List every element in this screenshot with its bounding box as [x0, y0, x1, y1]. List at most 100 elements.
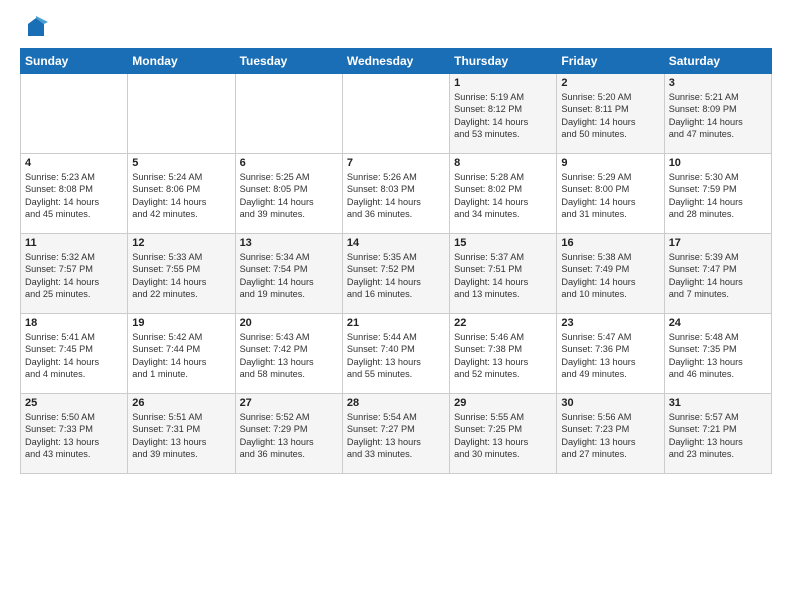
day-info: Sunrise: 5:50 AM Sunset: 7:33 PM Dayligh… [25, 411, 123, 461]
weekday-header-row: SundayMondayTuesdayWednesdayThursdayFrid… [21, 49, 772, 74]
logo-icon [24, 16, 48, 40]
day-number: 4 [25, 157, 123, 169]
weekday-header-tuesday: Tuesday [235, 49, 342, 74]
day-info: Sunrise: 5:32 AM Sunset: 7:57 PM Dayligh… [25, 251, 123, 301]
page: SundayMondayTuesdayWednesdayThursdayFrid… [0, 0, 792, 612]
day-info: Sunrise: 5:20 AM Sunset: 8:11 PM Dayligh… [561, 91, 659, 141]
calendar-cell: 5 Sunrise: 5:24 AM Sunset: 8:06 PM Daylig… [128, 154, 235, 234]
calendar-cell: 10 Sunrise: 5:30 AM Sunset: 7:59 PM Dayli… [664, 154, 771, 234]
weekday-header-thursday: Thursday [450, 49, 557, 74]
calendar-cell: 24Sunrise: 5:48 AM Sunset: 7:35 PM Dayli… [664, 314, 771, 394]
day-info: Sunrise: 5:43 AM Sunset: 7:42 PM Dayligh… [240, 331, 338, 381]
calendar-cell: 2 Sunrise: 5:20 AM Sunset: 8:11 PM Daylig… [557, 74, 664, 154]
calendar-week-4: 18 Sunrise: 5:41 AM Sunset: 7:45 PM Dayli… [21, 314, 772, 394]
calendar-cell: 8 Sunrise: 5:28 AM Sunset: 8:02 PM Daylig… [450, 154, 557, 234]
day-number: 27 [240, 397, 338, 409]
day-info: Sunrise: 5:25 AM Sunset: 8:05 PM Dayligh… [240, 171, 338, 221]
calendar-cell: 17 Sunrise: 5:39 AM Sunset: 7:47 PM Dayli… [664, 234, 771, 314]
day-info: Sunrise: 5:23 AM Sunset: 8:08 PM Dayligh… [25, 171, 123, 221]
day-number: 21 [347, 317, 445, 329]
calendar-cell: 3 Sunrise: 5:21 AM Sunset: 8:09 PM Daylig… [664, 74, 771, 154]
day-number: 26 [132, 397, 230, 409]
calendar-table: SundayMondayTuesdayWednesdayThursdayFrid… [20, 48, 772, 474]
day-info: Sunrise: 5:51 AM Sunset: 7:31 PM Dayligh… [132, 411, 230, 461]
day-info: Sunrise: 5:56 AM Sunset: 7:23 PM Dayligh… [561, 411, 659, 461]
calendar-cell: 1Sunrise: 5:19 AM Sunset: 8:12 PM Daylig… [450, 74, 557, 154]
day-info: Sunrise: 5:46 AM Sunset: 7:38 PM Dayligh… [454, 331, 552, 381]
calendar-cell: 30Sunrise: 5:56 AM Sunset: 7:23 PM Dayli… [557, 394, 664, 474]
day-number: 24 [669, 317, 767, 329]
calendar-cell [342, 74, 449, 154]
calendar-cell: 25 Sunrise: 5:50 AM Sunset: 7:33 PM Dayli… [21, 394, 128, 474]
day-number: 10 [669, 157, 767, 169]
day-number: 20 [240, 317, 338, 329]
calendar-cell: 7Sunrise: 5:26 AM Sunset: 8:03 PM Daylig… [342, 154, 449, 234]
logo [20, 16, 48, 40]
day-number: 2 [561, 77, 659, 89]
day-number: 12 [132, 237, 230, 249]
calendar-week-5: 25 Sunrise: 5:50 AM Sunset: 7:33 PM Dayli… [21, 394, 772, 474]
calendar-cell: 15Sunrise: 5:37 AM Sunset: 7:51 PM Dayli… [450, 234, 557, 314]
day-number: 19 [132, 317, 230, 329]
day-info: Sunrise: 5:39 AM Sunset: 7:47 PM Dayligh… [669, 251, 767, 301]
day-number: 23 [561, 317, 659, 329]
day-number: 22 [454, 317, 552, 329]
calendar-cell: 29Sunrise: 5:55 AM Sunset: 7:25 PM Dayli… [450, 394, 557, 474]
day-info: Sunrise: 5:35 AM Sunset: 7:52 PM Dayligh… [347, 251, 445, 301]
day-number: 28 [347, 397, 445, 409]
weekday-header-monday: Monday [128, 49, 235, 74]
day-number: 6 [240, 157, 338, 169]
calendar-week-1: 1Sunrise: 5:19 AM Sunset: 8:12 PM Daylig… [21, 74, 772, 154]
day-number: 25 [25, 397, 123, 409]
day-info: Sunrise: 5:30 AM Sunset: 7:59 PM Dayligh… [669, 171, 767, 221]
calendar-cell: 18 Sunrise: 5:41 AM Sunset: 7:45 PM Dayli… [21, 314, 128, 394]
day-number: 17 [669, 237, 767, 249]
calendar-cell: 12 Sunrise: 5:33 AM Sunset: 7:55 PM Dayli… [128, 234, 235, 314]
day-info: Sunrise: 5:28 AM Sunset: 8:02 PM Dayligh… [454, 171, 552, 221]
calendar-cell: 9 Sunrise: 5:29 AM Sunset: 8:00 PM Daylig… [557, 154, 664, 234]
calendar-cell: 11Sunrise: 5:32 AM Sunset: 7:57 PM Dayli… [21, 234, 128, 314]
calendar-cell: 16 Sunrise: 5:38 AM Sunset: 7:49 PM Dayli… [557, 234, 664, 314]
weekday-header-sunday: Sunday [21, 49, 128, 74]
calendar-cell: 22 Sunrise: 5:46 AM Sunset: 7:38 PM Dayli… [450, 314, 557, 394]
calendar-week-2: 4 Sunrise: 5:23 AM Sunset: 8:08 PM Daylig… [21, 154, 772, 234]
day-info: Sunrise: 5:55 AM Sunset: 7:25 PM Dayligh… [454, 411, 552, 461]
day-info: Sunrise: 5:42 AM Sunset: 7:44 PM Dayligh… [132, 331, 230, 381]
calendar-cell: 20 Sunrise: 5:43 AM Sunset: 7:42 PM Dayli… [235, 314, 342, 394]
day-info: Sunrise: 5:34 AM Sunset: 7:54 PM Dayligh… [240, 251, 338, 301]
day-info: Sunrise: 5:33 AM Sunset: 7:55 PM Dayligh… [132, 251, 230, 301]
day-info: Sunrise: 5:37 AM Sunset: 7:51 PM Dayligh… [454, 251, 552, 301]
day-number: 5 [132, 157, 230, 169]
day-info: Sunrise: 5:38 AM Sunset: 7:49 PM Dayligh… [561, 251, 659, 301]
day-info: Sunrise: 5:24 AM Sunset: 8:06 PM Dayligh… [132, 171, 230, 221]
day-number: 3 [669, 77, 767, 89]
weekday-header-saturday: Saturday [664, 49, 771, 74]
day-info: Sunrise: 5:41 AM Sunset: 7:45 PM Dayligh… [25, 331, 123, 381]
day-info: Sunrise: 5:54 AM Sunset: 7:27 PM Dayligh… [347, 411, 445, 461]
day-info: Sunrise: 5:57 AM Sunset: 7:21 PM Dayligh… [669, 411, 767, 461]
calendar-cell: 28 Sunrise: 5:54 AM Sunset: 7:27 PM Dayli… [342, 394, 449, 474]
day-info: Sunrise: 5:29 AM Sunset: 8:00 PM Dayligh… [561, 171, 659, 221]
day-info: Sunrise: 5:47 AM Sunset: 7:36 PM Dayligh… [561, 331, 659, 381]
calendar-cell [128, 74, 235, 154]
weekday-header-wednesday: Wednesday [342, 49, 449, 74]
day-info: Sunrise: 5:52 AM Sunset: 7:29 PM Dayligh… [240, 411, 338, 461]
day-info: Sunrise: 5:21 AM Sunset: 8:09 PM Dayligh… [669, 91, 767, 141]
calendar-cell: 27 Sunrise: 5:52 AM Sunset: 7:29 PM Dayli… [235, 394, 342, 474]
day-number: 18 [25, 317, 123, 329]
calendar-cell: 23 Sunrise: 5:47 AM Sunset: 7:36 PM Dayli… [557, 314, 664, 394]
calendar-cell [235, 74, 342, 154]
day-number: 8 [454, 157, 552, 169]
day-number: 16 [561, 237, 659, 249]
calendar-cell: 26 Sunrise: 5:51 AM Sunset: 7:31 PM Dayli… [128, 394, 235, 474]
day-number: 9 [561, 157, 659, 169]
header [20, 16, 772, 40]
calendar-cell: 21 Sunrise: 5:44 AM Sunset: 7:40 PM Dayli… [342, 314, 449, 394]
day-info: Sunrise: 5:19 AM Sunset: 8:12 PM Dayligh… [454, 91, 552, 141]
calendar-cell: 19 Sunrise: 5:42 AM Sunset: 7:44 PM Dayli… [128, 314, 235, 394]
calendar-cell: 4 Sunrise: 5:23 AM Sunset: 8:08 PM Daylig… [21, 154, 128, 234]
day-number: 7 [347, 157, 445, 169]
calendar-cell: 31Sunrise: 5:57 AM Sunset: 7:21 PM Dayli… [664, 394, 771, 474]
day-info: Sunrise: 5:44 AM Sunset: 7:40 PM Dayligh… [347, 331, 445, 381]
calendar-cell: 13Sunrise: 5:34 AM Sunset: 7:54 PM Dayli… [235, 234, 342, 314]
